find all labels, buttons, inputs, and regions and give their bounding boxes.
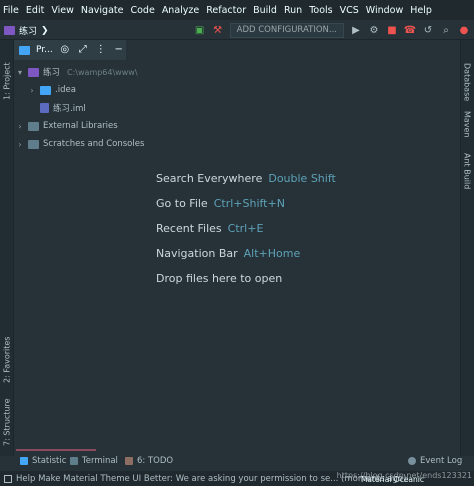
idea-folder-icon <box>40 85 51 95</box>
right-tool-strip: Database Maven Ant Build <box>460 40 474 456</box>
menu-run[interactable]: Run <box>284 5 302 16</box>
ide-update-icon[interactable]: ● <box>458 24 470 36</box>
hint-recent-files: Recent Files Ctrl+E <box>156 222 263 235</box>
tab-database-label: Database <box>462 62 472 102</box>
menu-refactor[interactable]: Refactor <box>206 5 246 16</box>
tab-ant-build[interactable]: Ant Build <box>460 148 474 194</box>
hint-search-everywhere: Search Everywhere Double Shift <box>156 172 336 185</box>
statistic-icon <box>20 457 28 465</box>
tab-project[interactable]: 1: Project <box>0 46 14 116</box>
tab-maven[interactable]: Maven <box>460 104 474 144</box>
hint-label: Go to File <box>156 197 208 210</box>
tree-row-iml[interactable]: 练习.iml <box>40 100 86 116</box>
menu-navigate[interactable]: Navigate <box>81 5 124 16</box>
chevron-right-icon: ❯ <box>41 25 49 36</box>
hammer-icon[interactable]: ⚒ <box>212 24 224 36</box>
menu-edit[interactable]: Edit <box>26 5 44 16</box>
tab-event-log[interactable]: Event Log <box>408 456 462 466</box>
add-configuration-button[interactable]: ADD CONFIGURATION... <box>229 22 344 38</box>
terminal-icon <box>70 457 78 465</box>
more-options-icon[interactable]: ⋮ <box>95 44 107 56</box>
tree-root-label: 练习 <box>43 68 61 78</box>
tab-favorites-label: 2: Favorites <box>2 336 12 384</box>
tree-external-label: External Libraries <box>43 121 118 131</box>
tree-scratches-label: Scratches and Consoles <box>43 139 145 149</box>
tab-project-label: 1: Project <box>2 62 12 100</box>
hint-drop-files: Drop files here to open <box>156 272 282 285</box>
tree-idea-label: .idea <box>55 85 76 95</box>
tab-terminal[interactable]: Terminal <box>70 456 118 466</box>
tree-row-idea[interactable]: › .idea <box>28 82 76 98</box>
build-project-icon[interactable]: ▣ <box>194 24 206 36</box>
hint-go-to-file: Go to File Ctrl+Shift+N <box>156 197 285 210</box>
hint-navigation-bar: Navigation Bar Alt+Home <box>156 247 300 260</box>
menu-bar: File Edit View Navigate Code Analyze Ref… <box>0 0 474 20</box>
scratches-icon <box>28 139 39 149</box>
hint-label: Search Everywhere <box>156 172 263 185</box>
hint-label: Recent Files <box>156 222 222 235</box>
chevron-down-icon[interactable]: ▾ <box>16 68 24 77</box>
run-icon[interactable]: ▶ <box>350 24 362 36</box>
status-toggle-icon[interactable] <box>4 474 12 483</box>
tab-maven-label: Maven <box>462 110 472 138</box>
tab-todo[interactable]: 6: TODO <box>125 456 173 466</box>
hint-shortcut: Ctrl+E <box>227 222 264 235</box>
menu-view[interactable]: View <box>51 5 74 16</box>
chevron-right-icon[interactable]: › <box>28 86 36 95</box>
menu-vcs[interactable]: VCS <box>340 5 359 16</box>
target-icon[interactable]: ◎ <box>59 44 71 56</box>
menu-window[interactable]: Window <box>366 5 403 16</box>
menu-build[interactable]: Build <box>253 5 277 16</box>
project-panel-title[interactable]: Pr... <box>36 45 53 55</box>
chevron-right-icon[interactable]: › <box>16 140 24 149</box>
tree-iml-label: 练习.iml <box>53 104 86 114</box>
tree-root-path: C:\wamp64\www\ <box>67 67 138 77</box>
vcs-update-icon[interactable]: ☎ <box>404 24 416 36</box>
project-view-icon <box>19 45 30 55</box>
menu-analyze[interactable]: Analyze <box>162 5 199 16</box>
stop-icon[interactable]: ■ <box>386 24 398 36</box>
main-toolbar: 练习 ❯ ▣ ⚒ ADD CONFIGURATION... ▶ ⚙ ■ ☎ ↺ … <box>0 20 474 40</box>
tab-statistic-label: Statistic <box>32 456 67 466</box>
todo-icon <box>125 457 133 465</box>
hint-label: Drop files here to open <box>156 272 283 285</box>
chevron-right-icon[interactable]: › <box>16 122 24 131</box>
tree-row-root[interactable]: ▾ 练习 C:\wamp64\www\ <box>16 64 138 80</box>
module-folder-icon <box>28 67 39 77</box>
left-tool-strip: 1: Project 2: Favorites 7: Structure <box>0 40 14 456</box>
event-log-icon <box>408 457 416 465</box>
tab-structure[interactable]: 7: Structure <box>0 396 14 448</box>
tab-terminal-label: Terminal <box>82 456 118 466</box>
search-icon[interactable]: ⌕ <box>440 24 452 36</box>
watermark: https://blog.csdn.net/ends123321 <box>336 471 472 480</box>
hide-panel-icon[interactable]: − <box>113 44 125 56</box>
menu-help[interactable]: Help <box>410 5 432 16</box>
tab-statistic[interactable]: Statistic <box>20 456 66 466</box>
tab-event-log-label: Event Log <box>420 456 463 466</box>
hint-label: Navigation Bar <box>156 247 238 260</box>
collapse-all-icon[interactable]: ⤢ <box>77 44 89 56</box>
tab-database[interactable]: Database <box>460 56 474 108</box>
tab-favorites[interactable]: 2: Favorites <box>0 330 14 390</box>
debug-icon[interactable]: ⚙ <box>368 24 380 36</box>
menu-file[interactable]: File <box>3 5 19 16</box>
hint-shortcut: Double Shift <box>268 172 336 185</box>
active-tab-indicator <box>16 449 96 451</box>
hint-shortcut: Alt+Home <box>243 247 301 260</box>
breadcrumb-project-name: 练习 <box>19 27 38 37</box>
iml-file-icon <box>40 103 49 113</box>
tab-todo-label: 6: TODO <box>137 456 174 466</box>
menu-code[interactable]: Code <box>130 5 154 16</box>
tree-row-scratches[interactable]: › Scratches and Consoles <box>16 136 144 152</box>
history-icon[interactable]: ↺ <box>422 24 434 36</box>
breadcrumb[interactable]: 练习 ❯ <box>4 24 49 37</box>
project-folder-icon <box>4 26 15 35</box>
library-icon <box>28 121 39 131</box>
tree-row-external[interactable]: › External Libraries <box>16 118 118 134</box>
tab-ant-build-label: Ant Build <box>462 152 472 190</box>
project-panel-header: Pr... ◎ ⤢ ⋮ − <box>14 40 126 60</box>
menu-tools[interactable]: Tools <box>309 5 332 16</box>
tab-structure-label: 7: Structure <box>2 398 12 446</box>
hint-shortcut: Ctrl+Shift+N <box>213 197 285 210</box>
